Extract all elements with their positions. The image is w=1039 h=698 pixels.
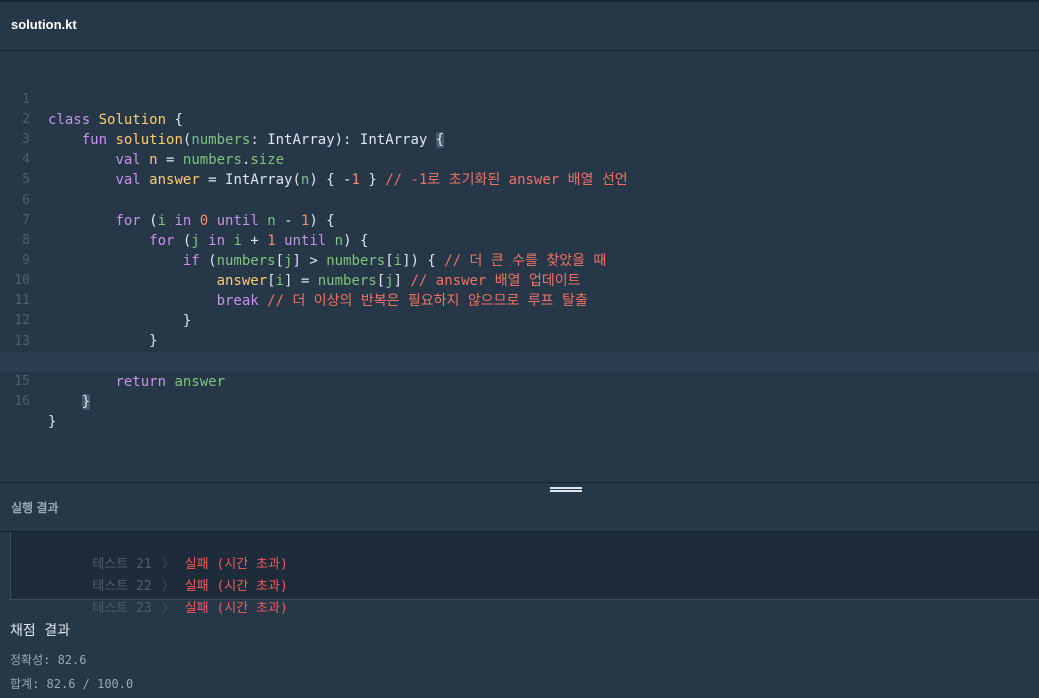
resize-handle-icon[interactable] [550,487,582,495]
code-line[interactable]: 6 for (i in 0 until n - 1) { [0,171,1039,229]
line-number: 16 [14,394,30,409]
test-status: 실패 (시간 초과) [184,601,288,616]
editor-tab-bar: solution.kt [0,0,1039,51]
code-line[interactable]: 1 class Solution { [0,70,1039,128]
code-editor[interactable]: 1 class Solution { 2 fun solution(number… [0,51,1039,482]
grading-summary: 채점 결과 정확성: 82.6 합계: 82.6 / 100.0 [10,620,133,696]
panel-title: 실행 결과 [11,501,59,515]
code-line[interactable]: 4 val answer = IntArray(n) { -1 } // -1로… [0,130,1039,188]
code-line[interactable]: 10 break // 더 이상의 반복은 필요하지 않으므로 루프 탈출 [0,251,1039,309]
code-line[interactable]: 7 for (j in i + 1 until n) { [0,191,1039,249]
test-results-list[interactable]: 테스트 21 〉 실패 (시간 초과) 테스트 22 〉 실패 (시간 초과) 테스트 … [10,532,1039,616]
code-line[interactable]: 13 } [0,312,1039,370]
code-line[interactable]: 9 answer[i] = numbers[j] // answer 배열 업데… [0,231,1039,289]
test-result-row: 테스트 22 〉 실패 (시간 초과) [61,554,287,594]
matched-brace: } [81,394,91,410]
grading-title: 채점 결과 [10,623,70,639]
code-line[interactable]: 16 } [0,372,1039,430]
result-panel-header: 실행 결과 [0,482,1039,532]
code-line[interactable]: 11 } [0,271,1039,329]
test-label: 테스트 23 [92,601,152,616]
code-line[interactable]: 8 if (numbers[j] > numbers[i]) { // 더 큰 … [0,211,1039,269]
code-line[interactable]: 14 return answer [0,332,1039,390]
code-line[interactable]: 3 val n = numbers.size [0,110,1039,168]
code-line[interactable]: 12 } [0,291,1039,349]
test-result-row: 테스트 21 〉 실패 (시간 초과) [61,532,287,572]
total-score: 합계: 82.6 / 100.0 [10,677,134,691]
code-token: } [48,414,57,430]
code-line[interactable]: 5 [0,150,1039,187]
file-tab-title[interactable]: solution.kt [11,17,77,32]
code-line[interactable]: 2 fun solution(numbers: IntArray): IntAr… [0,90,1039,148]
code-line-active[interactable]: 15 } [0,352,1039,410]
chevron-right-icon: 〉 [161,601,175,616]
accuracy-score: 정확성: 82.6 [10,653,87,667]
test-result-row: 테스트 23 〉 실패 (시간 초과) [61,576,287,616]
